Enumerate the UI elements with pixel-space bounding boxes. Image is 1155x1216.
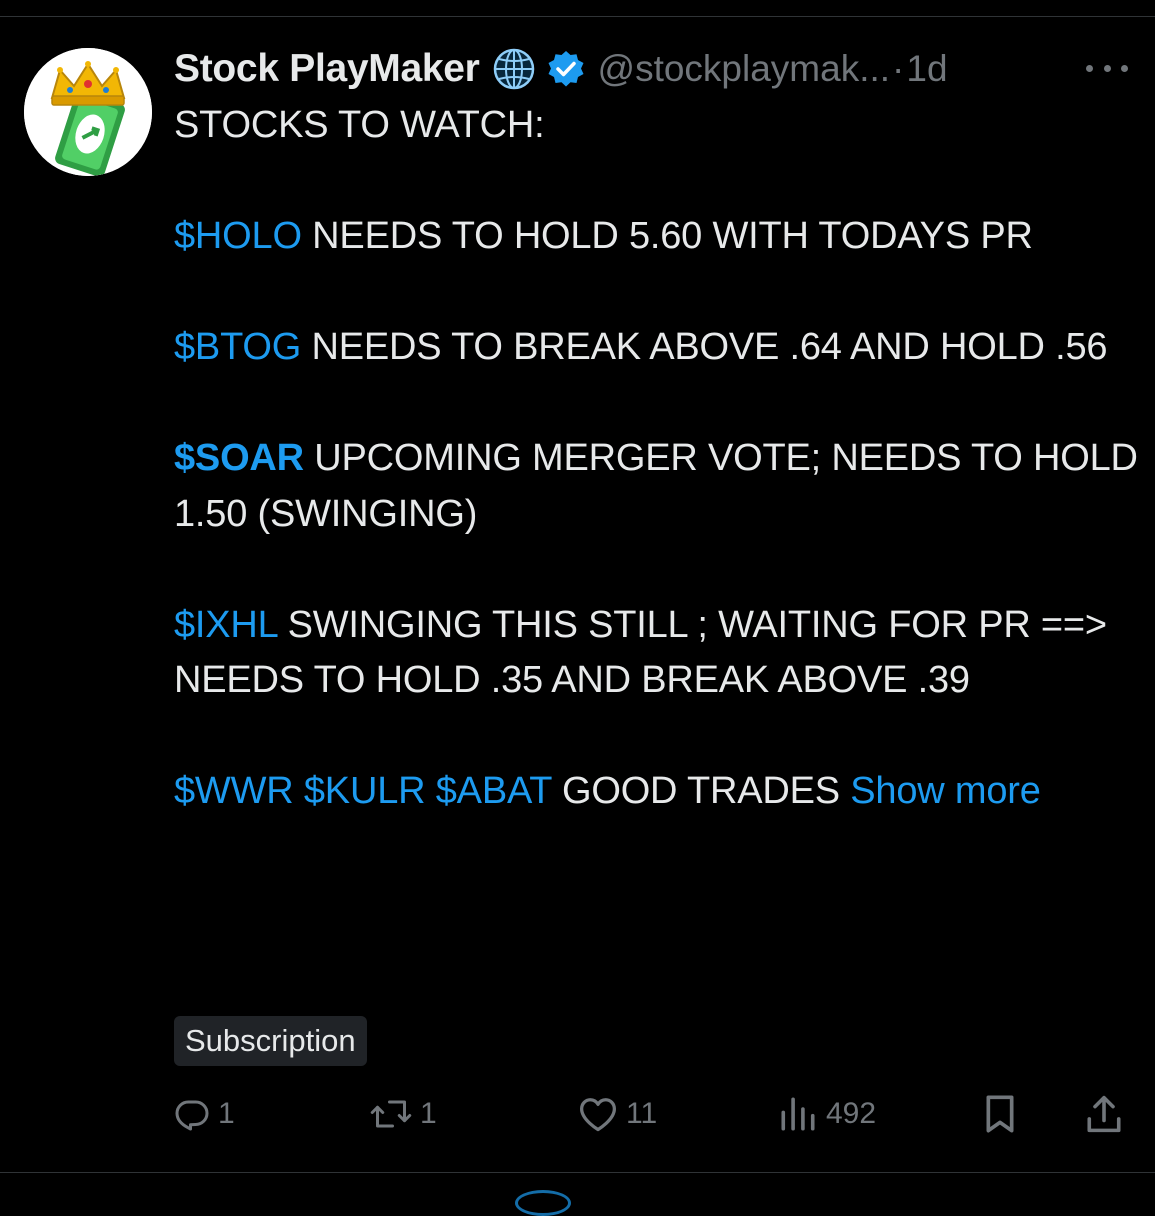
cashtag-kulr[interactable]: $KULR (304, 770, 426, 812)
paragraph-ixhl-text: SWINGING THIS STILL ; WAITING FOR PR ==>… (174, 603, 1107, 702)
paragraph-trades: $WWR $KULR $ABAT GOOD TRADES Show more (174, 764, 1139, 820)
paragraph-holo-text: NEEDS TO HOLD 5.60 WITH TODAYS PR (301, 215, 1033, 257)
show-more-link[interactable]: Show more (850, 770, 1041, 812)
views-chart-icon (778, 1096, 818, 1132)
more-horizontal-icon[interactable] (1086, 60, 1128, 76)
globe-icon (492, 47, 536, 91)
reply-count: 1 (218, 1097, 235, 1130)
bottom-divider (0, 1172, 1155, 1173)
cashtag-holo[interactable]: $HOLO (174, 215, 302, 257)
paragraph-ixhl: $IXHL SWINGING THIS STILL ; WAITING FOR … (174, 598, 1139, 709)
repost-icon (370, 1096, 412, 1132)
reply-icon (174, 1096, 210, 1132)
views-button[interactable]: 492 (778, 1088, 876, 1140)
repost-button[interactable]: 1 (370, 1088, 437, 1140)
top-divider (0, 16, 1155, 17)
cashtag-btog[interactable]: $BTOG (174, 326, 301, 368)
repost-count: 1 (420, 1097, 437, 1130)
paragraph-btog: $BTOG NEEDS TO BREAK ABOVE .64 AND HOLD … (174, 320, 1139, 376)
display-name[interactable]: Stock PlayMaker (174, 47, 480, 91)
separator: · (892, 48, 905, 89)
share-button[interactable] (1086, 1088, 1122, 1140)
intro-line: STOCKS TO WATCH: (174, 104, 545, 146)
heart-icon (578, 1096, 618, 1132)
paragraph-btog-text: NEEDS TO BREAK ABOVE .64 AND HOLD .56 (301, 326, 1108, 368)
like-count: 11 (626, 1097, 658, 1130)
action-bar: 1 1 11 492 (0, 1088, 1155, 1140)
paragraph-trades-text: GOOD TRADES (551, 770, 851, 812)
views-count: 492 (826, 1097, 877, 1130)
bookmark-icon (982, 1094, 1018, 1134)
post-text: STOCKS TO WATCH: $HOLO NEEDS TO HOLD 5.6… (174, 98, 1139, 820)
like-button[interactable]: 11 (578, 1088, 657, 1140)
handle[interactable]: @stockplaymak... (598, 48, 891, 90)
paragraph-soar-text: UPCOMING MERGER VOTE; NEEDS TO HOLD 1.50… (174, 437, 1138, 535)
avatar[interactable] (24, 48, 152, 176)
cashtag-abat[interactable]: $ABAT (436, 770, 552, 812)
timestamp[interactable]: 1d (906, 48, 947, 90)
cashtag-wwr[interactable]: $WWR (174, 770, 294, 812)
cashtag-ixhl[interactable]: $IXHL (174, 604, 277, 646)
subscription-badge: Subscription (174, 1016, 367, 1066)
next-post-globe-icon (515, 1190, 571, 1216)
paragraph-soar: $SOAR UPCOMING MERGER VOTE; NEEDS TO HOL… (174, 431, 1139, 542)
paragraph-holo: $HOLO NEEDS TO HOLD 5.60 WITH TODAYS PR (174, 209, 1139, 265)
post-header: Stock PlayMaker @stockplaymak... · 1d (174, 44, 948, 94)
share-icon (1086, 1094, 1122, 1134)
verified-badge-icon[interactable] (546, 49, 586, 89)
cashtag-soar[interactable]: $SOAR (174, 437, 304, 479)
bookmark-button[interactable] (982, 1088, 1018, 1140)
reply-button[interactable]: 1 (174, 1088, 235, 1140)
